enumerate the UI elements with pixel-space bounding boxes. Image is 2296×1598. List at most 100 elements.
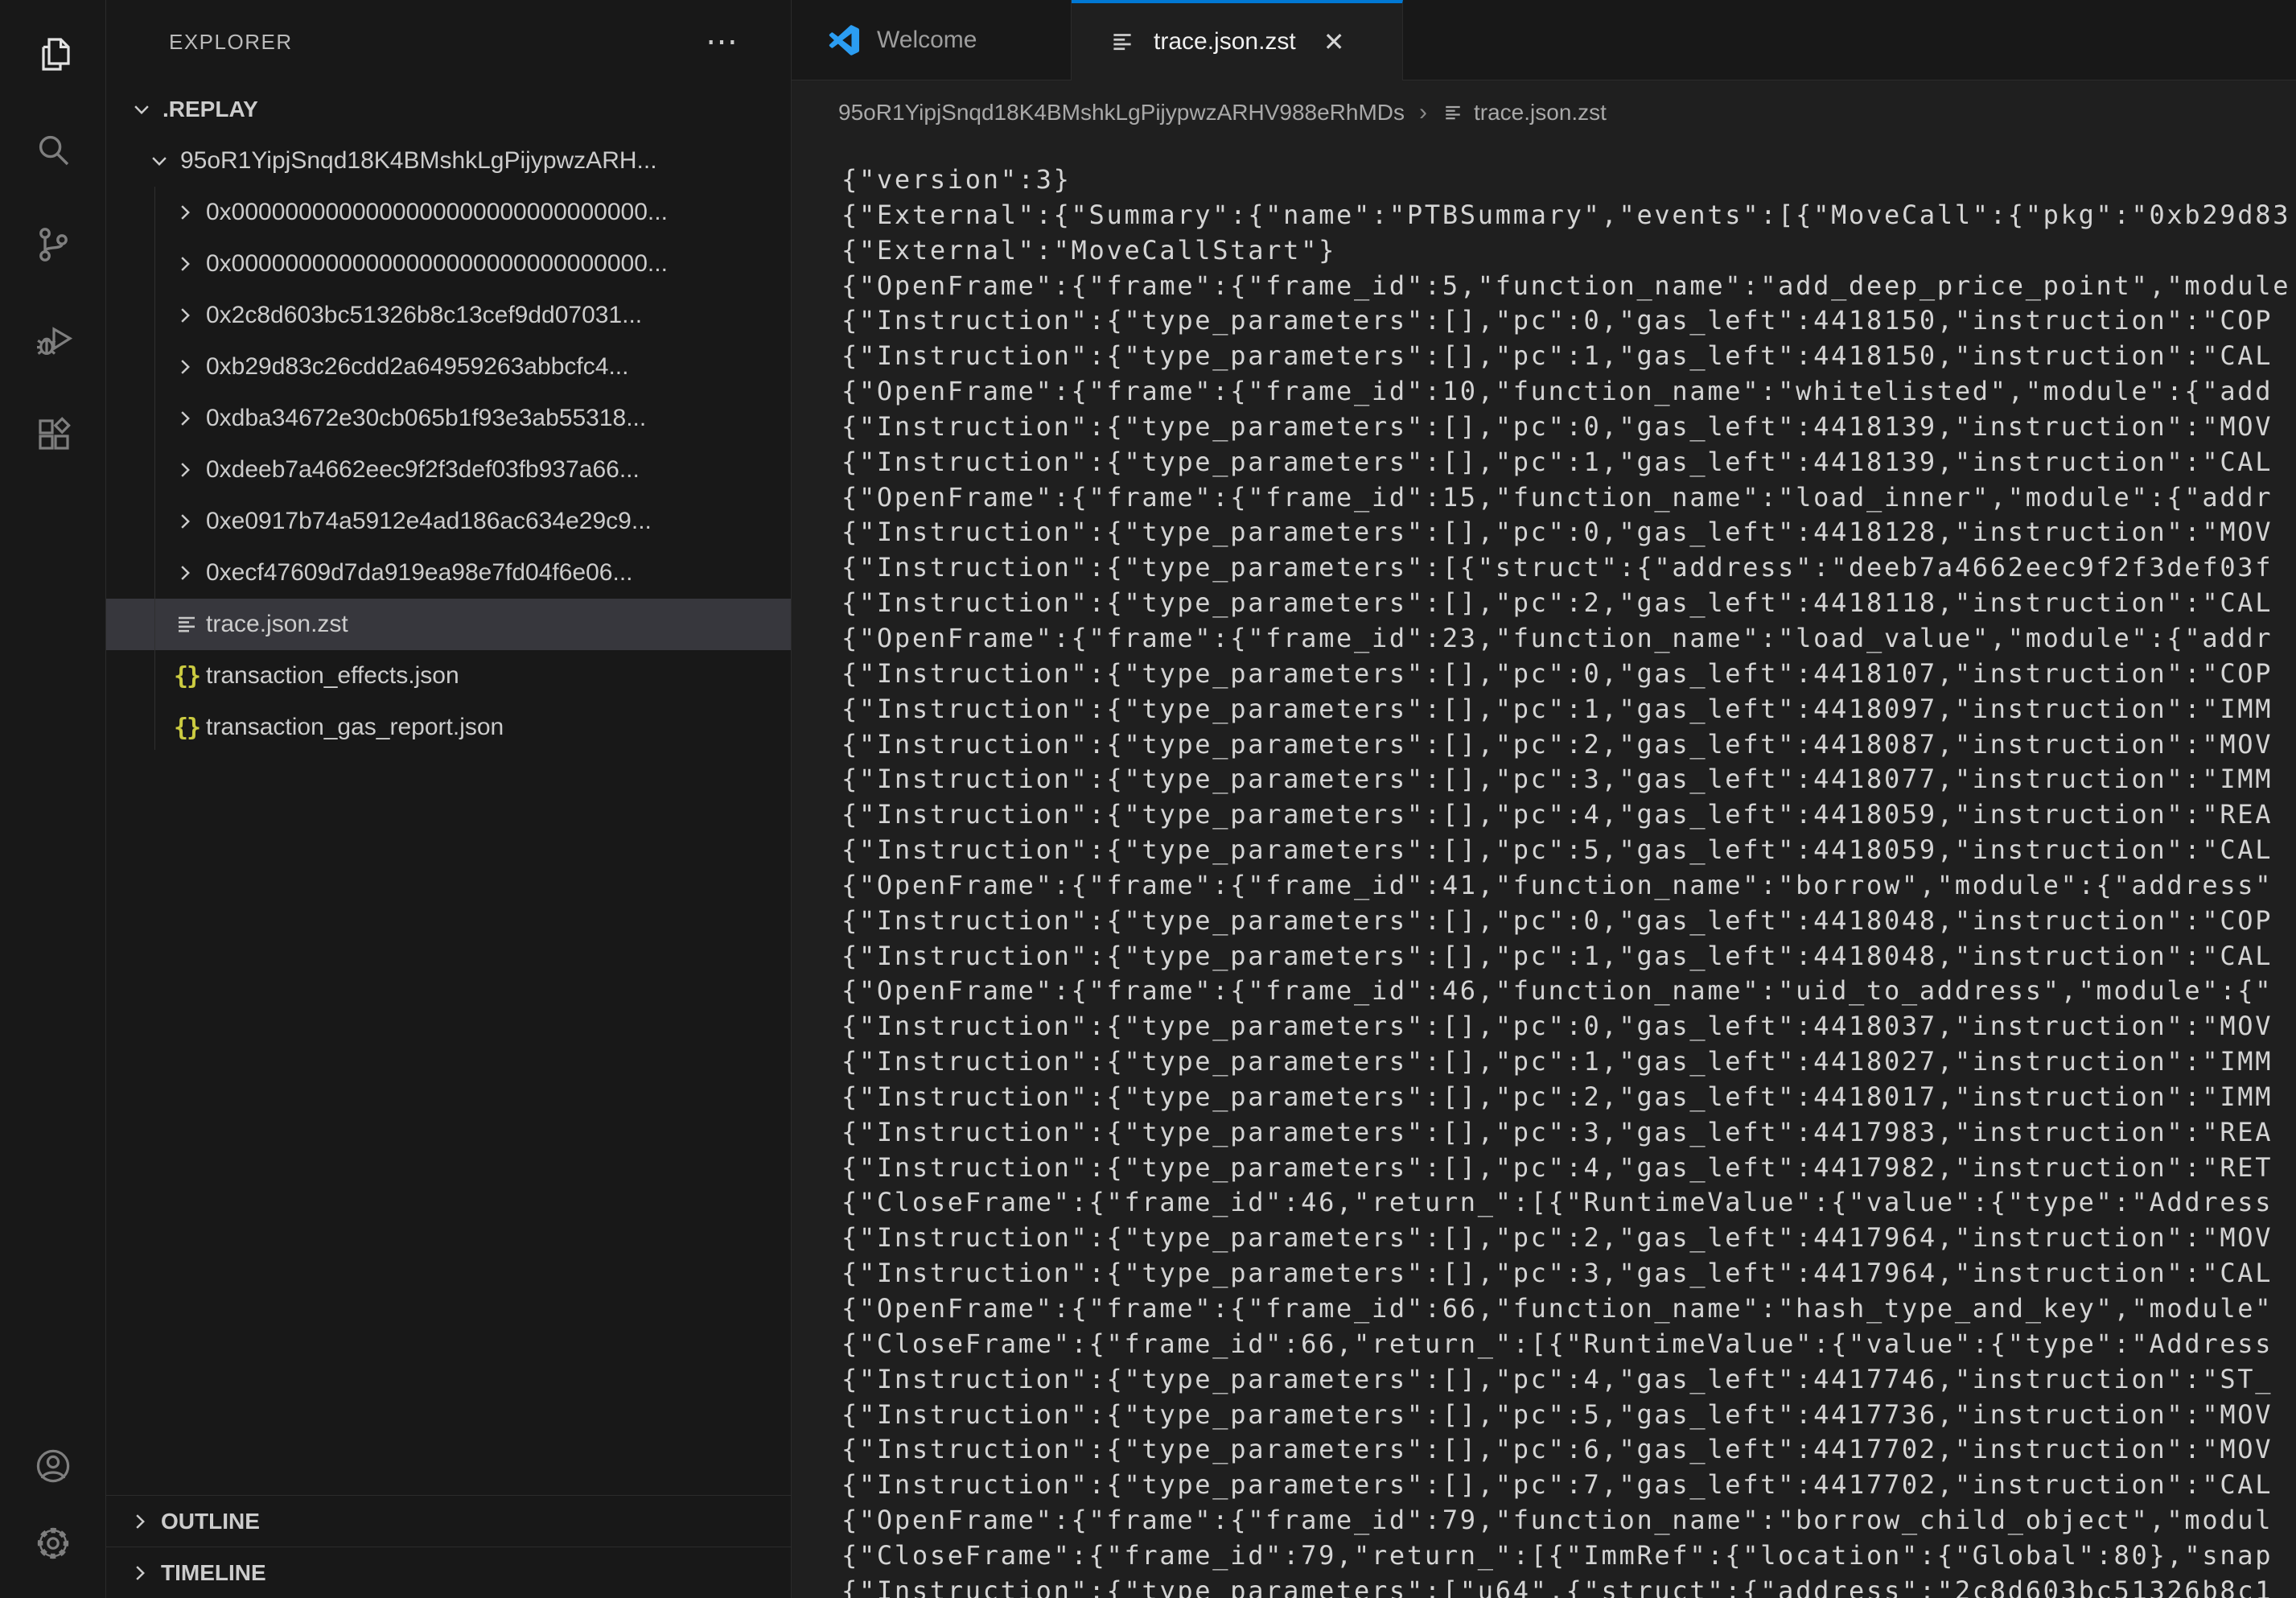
code-line: {"Instruction":{"type_parameters":[],"pc… [841, 1151, 2296, 1186]
code-line: {"Instruction":{"type_parameters":[],"pc… [841, 586, 2296, 621]
tree-row[interactable]: 0xecf47609d7da919ea98e7fd04f6e06... [106, 547, 791, 599]
code-line: {"Instruction":{"type_parameters":[],"pc… [841, 1256, 2296, 1291]
chevron-right-icon [174, 304, 206, 327]
editor-area: Welcome trace.json.zst ✕ 95oR1YipjSnqd18… [792, 0, 2296, 1598]
code-line: {"Instruction":{"type_parameters":[],"pc… [841, 303, 2296, 339]
extensions-activity-button[interactable] [16, 397, 90, 475]
search-activity-button[interactable] [16, 113, 90, 190]
tree-file-row[interactable]: {}transaction_gas_report.json [106, 702, 791, 753]
json-braces-icon: {} [174, 714, 206, 742]
tree-item-label: 0x2c8d603bc51326b8c13cef9dd07031... [206, 302, 642, 329]
tab-trace-json-zst[interactable]: trace.json.zst ✕ [1072, 0, 1403, 80]
list-file-icon [1109, 28, 1136, 56]
tree-item-label: 0xdeeb7a4662eec9f2f3def03fb937a66... [206, 456, 640, 484]
code-line: {"OpenFrame":{"frame":{"frame_id":41,"fu… [841, 868, 2296, 904]
code-editor[interactable]: {"version":3}{"External":{"Summary":{"na… [792, 145, 2296, 1598]
code-line: {"Instruction":{"type_parameters":[],"pc… [841, 727, 2296, 763]
chevron-right-icon [129, 1510, 161, 1533]
account-person-icon [34, 1447, 72, 1489]
tab-welcome[interactable]: Welcome [792, 0, 1072, 80]
tree-row[interactable]: 0xdeeb7a4662eec9f2f3def03fb937a66... [106, 444, 791, 496]
tree-row[interactable]: 0x0000000000000000000000000000000... [106, 187, 791, 238]
tree-item-label: transaction_gas_report.json [206, 714, 504, 741]
vscode-logo-icon [829, 25, 859, 56]
code-line: {"Instruction":{"type_parameters":[],"pc… [841, 515, 2296, 550]
tree-row[interactable]: 0xe0917b74a5912e4ad186ac634e29c9... [106, 496, 791, 547]
code-line: {"Instruction":{"type_parameters":[],"pc… [841, 833, 2296, 868]
code-line: {"Instruction":{"type_parameters":[],"pc… [841, 657, 2296, 692]
breadcrumb-folder[interactable]: 95oR1YipjSnqd18K4BMshkLgPijypwzARHV988eR… [838, 100, 1405, 126]
tree-row[interactable]: 95oR1YipjSnqd18K4BMshkLgPijypwzARH... [106, 135, 791, 187]
chevron-right-icon [174, 562, 206, 584]
code-line: {"Instruction":{"type_parameters":[],"pc… [841, 339, 2296, 374]
code-line: {"External":"MoveCallStart"} [841, 233, 2296, 269]
tree-item-label: 0xdba34672e30cb065b1f93e3ab55318... [206, 405, 646, 432]
chevron-down-icon [130, 98, 163, 121]
code-line: {"OpenFrame":{"frame":{"frame_id":66,"fu… [841, 1291, 2296, 1327]
code-line: {"Instruction":{"type_parameters":[],"pc… [841, 1115, 2296, 1151]
code-line: {"Instruction":{"type_parameters":[{"str… [841, 550, 2296, 586]
tree-item-label: 0xecf47609d7da919ea98e7fd04f6e06... [206, 559, 633, 587]
sidebar-title: EXPLORER [169, 30, 293, 55]
files-icon [34, 35, 72, 78]
tab-bar-empty [1403, 0, 2296, 80]
vscode-window: EXPLORER ⋯ .REPLAY 95oR1YipjSnqd18K4BMshk… [0, 0, 2296, 1598]
code-line: {"OpenFrame":{"frame":{"frame_id":10,"fu… [841, 374, 2296, 410]
code-line: {"CloseFrame":{"frame_id":46,"return_":[… [841, 1185, 2296, 1221]
tree-item-label: 0xe0917b74a5912e4ad186ac634e29c9... [206, 508, 652, 535]
file-tree: .REPLAY 95oR1YipjSnqd18K4BMshkLgPijypwzAR… [106, 84, 791, 753]
tree-row[interactable]: 0xb29d83c26cdd2a64959263abbcfc4... [106, 341, 791, 393]
code-line: {"Instruction":{"type_parameters":[],"pc… [841, 1432, 2296, 1468]
json-braces-icon: {} [174, 662, 206, 690]
code-line: {"OpenFrame":{"frame":{"frame_id":23,"fu… [841, 621, 2296, 657]
account-button[interactable] [16, 1429, 90, 1506]
code-line: {"OpenFrame":{"frame":{"frame_id":15,"fu… [841, 480, 2296, 516]
tree-file-row[interactable]: {}transaction_effects.json [106, 650, 791, 702]
code-line: {"Instruction":{"type_parameters":[],"pc… [841, 445, 2296, 480]
run-debug-activity-button[interactable] [16, 303, 90, 380]
tree-row[interactable]: 0x2c8d603bc51326b8c13cef9dd07031... [106, 290, 791, 341]
activity-bar [0, 0, 106, 1598]
settings-button[interactable] [16, 1506, 90, 1584]
tree-item-label: .REPLAY [163, 97, 258, 122]
code-line: {"OpenFrame":{"frame":{"frame_id":5,"fun… [841, 269, 2296, 304]
tree-item-label: transaction_effects.json [206, 662, 459, 690]
tree-row[interactable]: 0x0000000000000000000000000000000... [106, 238, 791, 290]
code-line: {"Instruction":{"type_parameters":[],"pc… [841, 692, 2296, 727]
tab-bar: Welcome trace.json.zst ✕ [792, 0, 2296, 80]
more-actions-icon[interactable]: ⋯ [706, 34, 738, 50]
section-label: OUTLINE [161, 1509, 260, 1534]
tree-file-row[interactable]: trace.json.zst [106, 599, 791, 650]
tree-item-label: 95oR1YipjSnqd18K4BMshkLgPijypwzARH... [180, 147, 657, 175]
code-line: {"OpenFrame":{"frame":{"frame_id":46,"fu… [841, 974, 2296, 1009]
chevron-right-icon: › [1419, 99, 1427, 126]
source-control-activity-button[interactable] [16, 208, 90, 285]
sidebar-section-timeline[interactable]: TIMELINE [106, 1547, 791, 1598]
chevron-right-icon [174, 510, 206, 533]
close-icon[interactable]: ✕ [1323, 27, 1345, 57]
tree-item-label: 0x0000000000000000000000000000000... [206, 199, 668, 226]
code-line: {"Instruction":{"type_parameters":["u64"… [841, 1574, 2296, 1598]
breadcrumb-file-label: trace.json.zst [1474, 100, 1607, 126]
code-line: {"Instruction":{"type_parameters":[],"pc… [841, 762, 2296, 797]
chevron-down-icon [148, 150, 180, 172]
code-line: {"Instruction":{"type_parameters":[],"pc… [841, 939, 2296, 974]
explorer-activity-button[interactable] [16, 18, 90, 95]
code-line: {"OpenFrame":{"frame":{"frame_id":79,"fu… [841, 1503, 2296, 1538]
tree-row[interactable]: .REPLAY [106, 84, 791, 135]
code-line: {"CloseFrame":{"frame_id":79,"return_":[… [841, 1538, 2296, 1574]
chevron-right-icon [174, 253, 206, 275]
breadcrumb-file[interactable]: trace.json.zst [1442, 100, 1607, 126]
sidebar-bottom-sections: OUTLINE TIMELINE [106, 1495, 791, 1598]
chevron-right-icon [174, 407, 206, 430]
sidebar-section-outline[interactable]: OUTLINE [106, 1495, 791, 1547]
code-line: {"CloseFrame":{"frame_id":66,"return_":[… [841, 1327, 2296, 1362]
tree-item-label: trace.json.zst [206, 611, 348, 638]
tree-item-label: 0x0000000000000000000000000000000... [206, 250, 668, 278]
debug-play-bug-icon [34, 320, 72, 363]
code-line: {"Instruction":{"type_parameters":[],"pc… [841, 410, 2296, 445]
chevron-right-icon [174, 356, 206, 378]
tree-row[interactable]: 0xdba34672e30cb065b1f93e3ab55318... [106, 393, 791, 444]
git-branch-icon [34, 225, 72, 268]
gear-icon [34, 1524, 72, 1567]
